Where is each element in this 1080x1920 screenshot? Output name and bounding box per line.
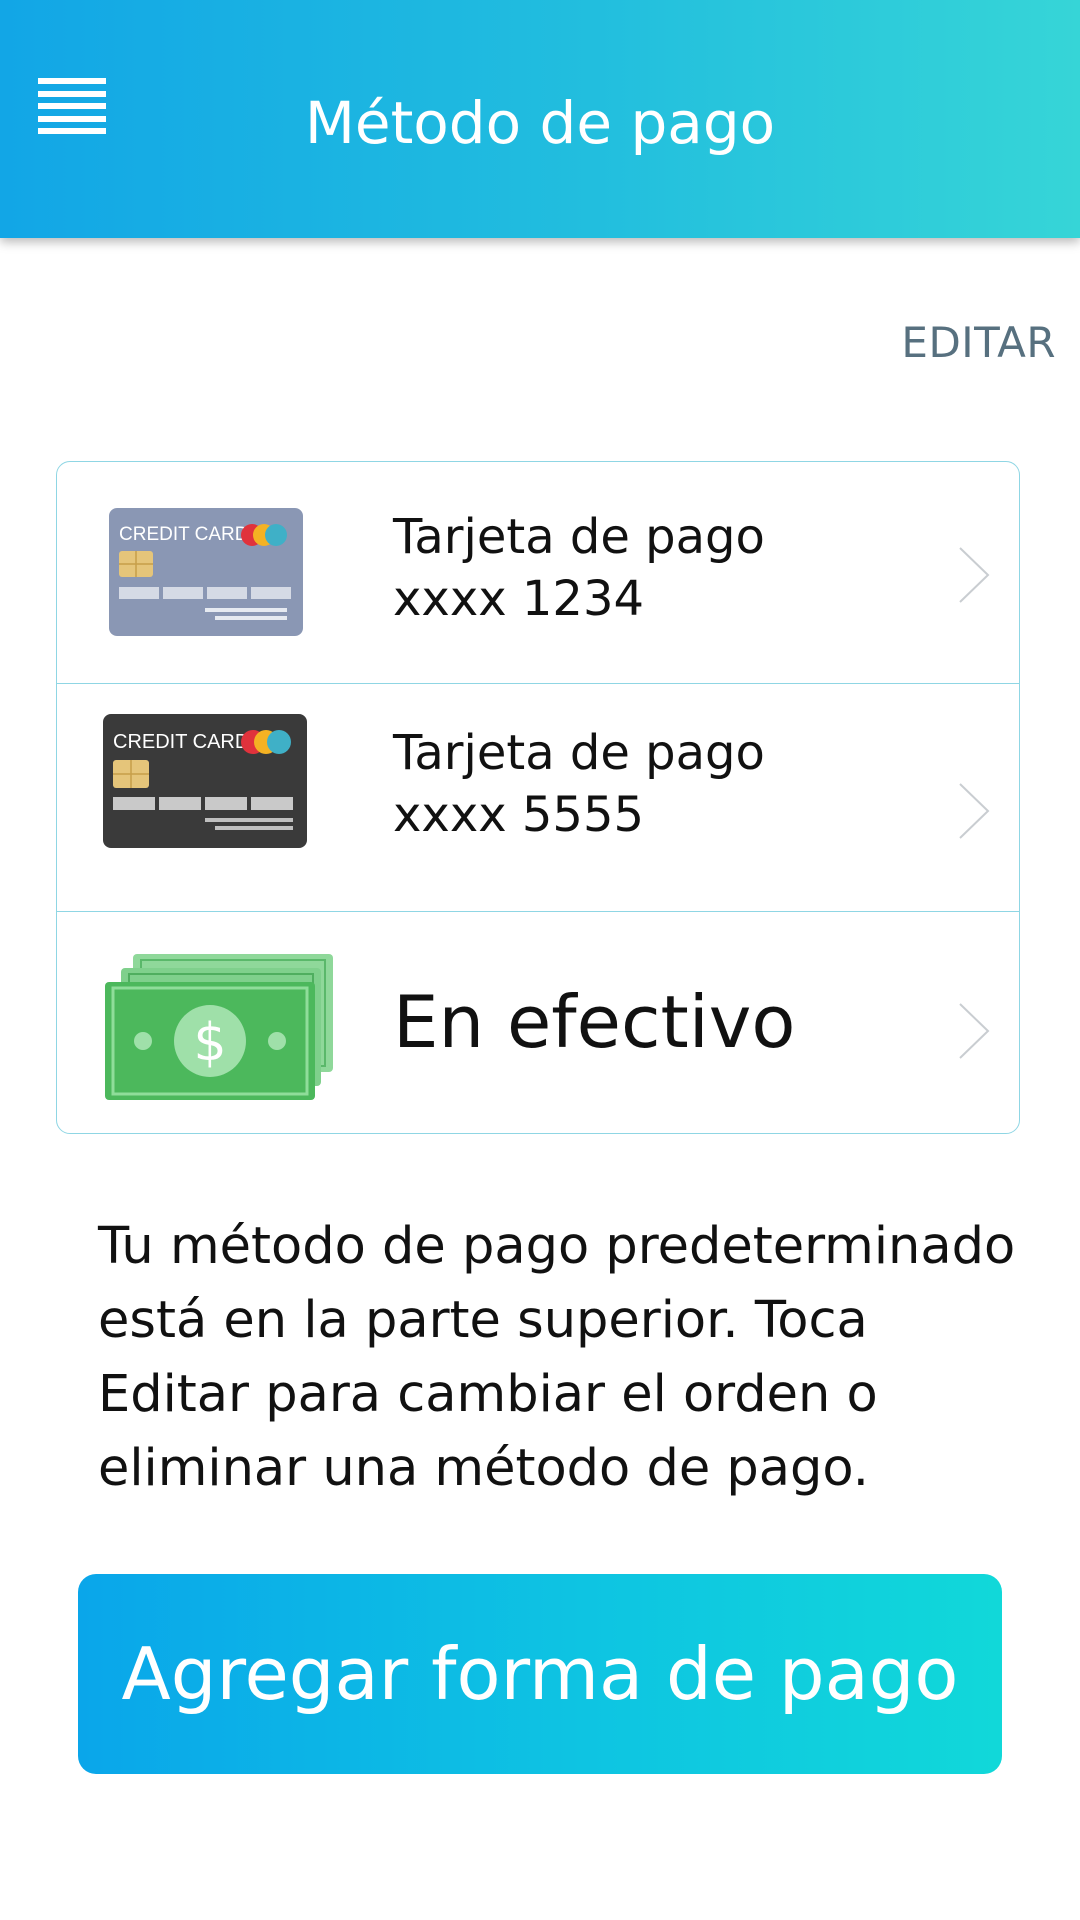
payment-method-card-5555[interactable]: CREDIT CARD Tarjeta de pago xxxx 5555 [57,684,1019,912]
chevron-right-icon [959,1003,990,1059]
chevron-right-icon [959,783,990,839]
payment-method-label: Tarjeta de pago [393,509,765,565]
payment-method-cash[interactable]: $ En efectivo [57,912,1019,1133]
credit-card-icon: CREDIT CARD [109,508,303,636]
add-payment-method-button[interactable]: Agregar forma de pago [78,1574,1002,1774]
card-number: xxxx 1234 [393,571,645,627]
chevron-right-icon [959,547,990,603]
payment-method-text: Tarjeta de pago xxxx 1234 [393,506,765,630]
credit-card-icon: CREDIT CARD [103,714,307,848]
page-title: Método de pago [304,89,776,157]
payment-methods-list: CREDIT CARD Tarjeta de pago xxxx 1234 CR… [56,461,1020,1134]
credit-card-text: CREDIT CARD [119,524,249,545]
cash-bills-icon: $ [105,954,333,1100]
card-number: xxxx 5555 [393,787,645,843]
payment-method-label: Tarjeta de pago [393,725,765,781]
payment-method-label: En efectivo [393,980,796,1064]
edit-button[interactable]: EDITAR [901,318,1056,367]
credit-card-text: CREDIT CARD [113,731,249,753]
payment-method-text: Tarjeta de pago xxxx 5555 [393,722,765,846]
svg-text:$: $ [193,1013,226,1073]
payment-method-card-1234[interactable]: CREDIT CARD Tarjeta de pago xxxx 1234 [57,462,1019,684]
help-text: Tu método de pago predeterminado está en… [98,1217,1016,1498]
app-header: Método de pago [0,0,1080,238]
